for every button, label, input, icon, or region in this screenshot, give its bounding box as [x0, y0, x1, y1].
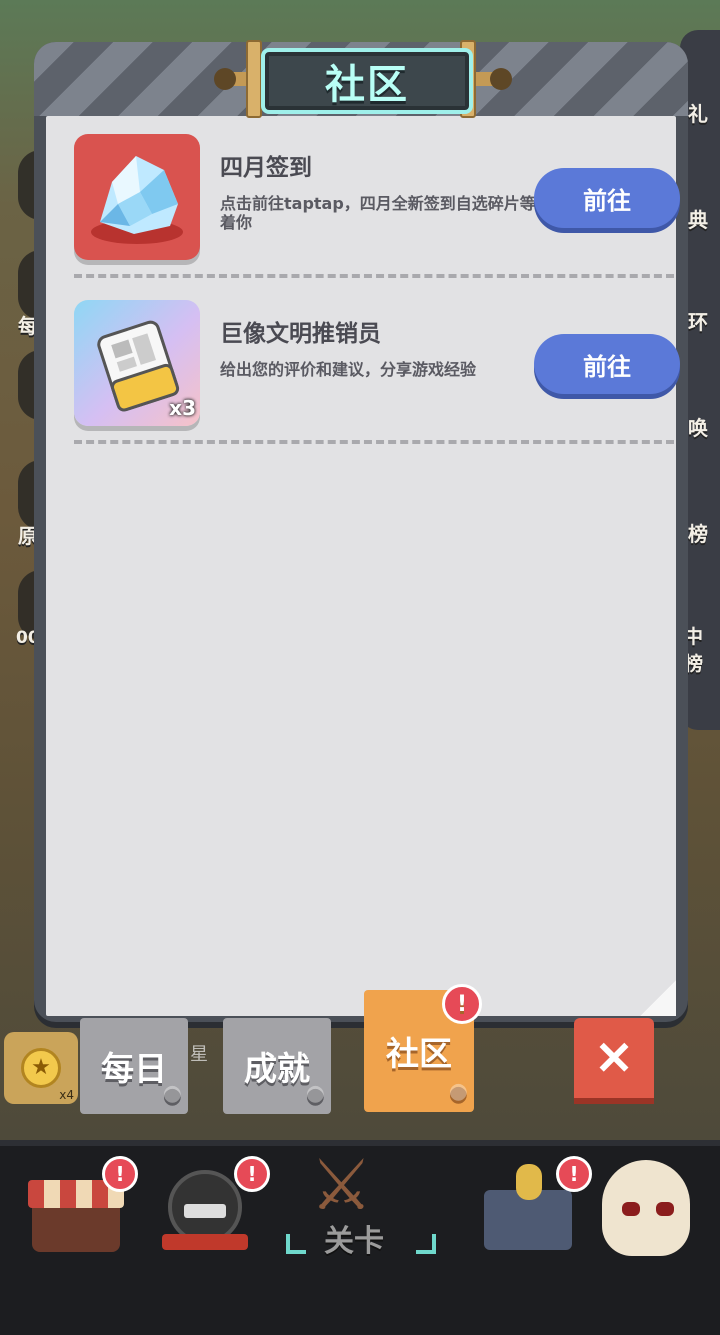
right-menu-label: 唤: [688, 416, 708, 440]
paw-icon: ●: [162, 1081, 182, 1106]
tab-daily[interactable]: 每日 ●: [80, 1018, 188, 1114]
tab-label: 社区: [386, 1034, 452, 1073]
knight-scarf: [162, 1234, 248, 1250]
coin-stack: [516, 1164, 542, 1200]
paper-curl: [640, 980, 676, 1016]
selection-bracket: [416, 1234, 436, 1254]
plaque-post: [246, 40, 262, 118]
dashed-divider: [74, 440, 674, 444]
star-coin-icon: ★: [21, 1048, 61, 1088]
list-item: 四月签到 点击前往taptap，四月全新签到自选碎片等着你 前往: [74, 134, 680, 278]
go-button[interactable]: 前往: [534, 168, 680, 228]
item-description: 给出您的评价和建议，分享游戏经验: [220, 360, 477, 379]
stage-label: 关卡: [324, 1224, 384, 1259]
close-button[interactable]: ✕: [574, 1018, 654, 1098]
tab-community[interactable]: 社区 ● !: [364, 984, 482, 1112]
alert-icon: !: [556, 1156, 592, 1192]
nav-hero-button[interactable]: !: [160, 1156, 270, 1256]
skull-eye: [622, 1202, 640, 1216]
stage-swords-icon: ⚔: [310, 1144, 373, 1226]
paw-icon: ●: [448, 1079, 468, 1104]
right-menu-label: 榜: [688, 522, 708, 546]
dialog-title-plaque: 社区: [261, 48, 473, 114]
nav-stage-button[interactable]: ⚔ 关卡: [286, 1130, 436, 1260]
alert-icon: !: [102, 1156, 138, 1192]
rod-cap: [490, 68, 512, 90]
tab-label: 每日: [101, 1049, 167, 1088]
tab-achievements[interactable]: 成就 ●: [223, 1018, 331, 1114]
item-title: 巨像文明推销员: [220, 321, 381, 347]
star-count: x4: [59, 1088, 74, 1102]
go-button[interactable]: 前往: [534, 334, 680, 394]
list-item: x3 巨像文明推销员 给出您的评价和建议，分享游戏经验 前往: [74, 300, 680, 444]
alert-icon: !: [234, 1156, 270, 1192]
ice-crystal-icon: [74, 134, 200, 260]
tab-label: 成就: [244, 1049, 310, 1088]
dialog-title: 社区: [325, 62, 409, 108]
right-menu-label: 中榜: [684, 626, 704, 675]
right-menu-label: 礼: [688, 102, 708, 126]
item-title: 四月签到: [220, 155, 312, 181]
rod-cap: [214, 68, 236, 90]
right-menu-label: 典: [688, 208, 708, 232]
dialog-paper: 四月签到 点击前往taptap，四月全新签到自选碎片等着你 前往 x3 巨像文明…: [46, 116, 680, 1016]
nav-well-button[interactable]: !: [482, 1156, 592, 1256]
skull-icon: [602, 1160, 690, 1256]
community-dialog: 四月签到 点击前往taptap，四月全新签到自选碎片等着你 前往 x3 巨像文明…: [34, 40, 688, 1022]
item-description: 点击前往taptap，四月全新签到自选碎片等着你: [220, 194, 536, 232]
nav-boss-button[interactable]: [600, 1160, 696, 1256]
paw-icon: ●: [305, 1081, 325, 1106]
nav-shop-button[interactable]: !: [28, 1156, 138, 1256]
dashed-divider: [74, 274, 674, 278]
alert-icon: !: [442, 984, 482, 1024]
quantity-badge: x3: [169, 396, 196, 420]
skull-eye: [656, 1202, 674, 1216]
star-chip[interactable]: ★ x4: [4, 1032, 78, 1104]
star-label: 星: [190, 1044, 208, 1065]
ticket-card-icon: x3: [74, 300, 200, 426]
selection-bracket: [286, 1234, 306, 1254]
knight-visor: [184, 1204, 226, 1218]
right-menu-label: 环: [688, 310, 708, 334]
